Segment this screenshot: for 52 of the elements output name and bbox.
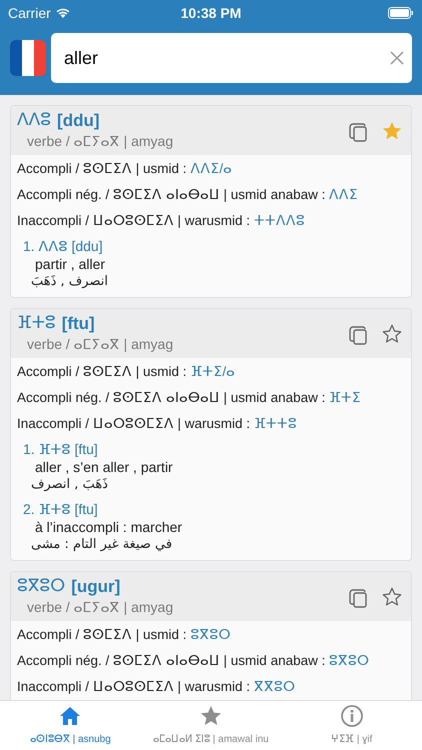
- sense-heading: 1. ⴼⵜⵓ [ftu]: [23, 440, 98, 458]
- form-label: Accompli / ⵓⵙⵎⵉⴷ | usmid :: [17, 161, 187, 176]
- part-of-speech: verbe / ⴰⵎⵢⴰⴳ | amyag: [26, 132, 174, 151]
- battery-icon: [388, 7, 414, 19]
- form-value: ⴼⵜⵉ/ⴰ: [190, 364, 236, 379]
- sense-heading: 1. ⴷⴷⵓ [ddu]: [23, 237, 103, 255]
- part-of-speech: verbe / ⴰⵎⵢⴰⴳ | amyag: [26, 335, 174, 354]
- clock-time: 10:38 PM: [180, 4, 242, 20]
- form-label: Inaccompli / ⵡⴰⵔⵓⵙⵎⵉⴷ | warusmid :: [17, 679, 250, 694]
- form-label: Inaccompli / ⵡⴰⵔⵓⵙⵎⵉⴷ | warusmid :: [17, 416, 250, 431]
- form-label: Accompli / ⵓⵙⵎⵉⴷ | usmid :: [17, 364, 187, 379]
- clear-icon[interactable]: [390, 51, 404, 65]
- tab[interactable]: ⴰⵎⴰⵡⴰⵍ ⵉⵏⵓ | amawal inu: [140, 701, 282, 750]
- form-value: ⴳⴳⵓⵔ: [254, 679, 295, 694]
- search-field[interactable]: aller: [51, 33, 412, 83]
- sense-arabic: انصرف , ذَهَبَ: [30, 273, 108, 291]
- sense-french: à l’inaccompli : marcher: [34, 518, 182, 536]
- star-outline-icon[interactable]: [381, 586, 403, 608]
- flag-icon[interactable]: [10, 40, 46, 76]
- carrier-label: Carrier: [8, 4, 51, 22]
- star-icon[interactable]: [381, 120, 403, 142]
- form-label: Accompli nég. / ⵓⵙⵎⵉⴷ ⴰⵏⴰⴱⴰⵡ | usmid anabaw :: [17, 653, 326, 668]
- tab[interactable]: ⴰⵙⵏⵓⴱⴳ | asnubg: [0, 701, 141, 750]
- headword-latin: [ddu]: [57, 110, 100, 131]
- sense-french: partir , aller: [34, 255, 106, 273]
- wifi-icon: [54, 7, 71, 19]
- form-value: ⵓⴳⵓⵔ: [329, 653, 370, 668]
- headword: ⵓⴳⵓⵔ: [17, 576, 66, 597]
- sense-french: aller , s’en aller , partir: [34, 458, 173, 476]
- form-value: ⴷⴷⵉ: [329, 187, 358, 202]
- form-value: ⵓⴳⵓⵔ: [190, 627, 230, 642]
- form-value: ⴼⵜⵉ: [329, 390, 362, 405]
- sense-heading: 2. ⴼⵜⵓ [ftu]: [23, 500, 98, 518]
- headword: ⴷⴷⵓ: [17, 110, 52, 131]
- tab[interactable]: ⵖⵉⴼ | ɣif: [281, 701, 422, 750]
- form-value: ⵜⵜⴷⴷⵓ: [254, 213, 305, 228]
- sense-arabic: في صيغة غير التام : مشى: [30, 536, 172, 554]
- form-value: ⴼⵜⵜⵓ: [254, 416, 297, 431]
- star-outline-icon[interactable]: [381, 323, 403, 345]
- form-label: Inaccompli / ⵡⴰⵔⵓⵙⵎⵉⴷ | warusmid :: [17, 213, 250, 228]
- form-label: Accompli nég. / ⵓⵙⵎⵉⴷ ⴰⵏⴰⴱⴰⵡ | usmid anabaw :: [17, 390, 326, 405]
- headword-latin: [ftu]: [62, 313, 95, 334]
- part-of-speech: verbe / ⴰⵎⵢⴰⴳ | amyag: [26, 598, 174, 617]
- headword: ⴼⵜⵓ: [17, 313, 56, 334]
- form-label: Accompli nég. / ⵓⵙⵎⵉⴷ ⴰⵏⴰⴱⴰⵡ | usmid anabaw :: [17, 187, 326, 202]
- form-value: ⴷⴷⵉ/ⴰ: [190, 161, 232, 176]
- sense-arabic: ذَهَبَ , انصرف: [30, 476, 108, 494]
- headword-latin: [ugur]: [71, 576, 120, 597]
- form-label: Accompli / ⵓⵙⵎⵉⴷ | usmid :: [17, 627, 187, 642]
- info-icon: [340, 704, 364, 728]
- search-input[interactable]: aller: [64, 44, 390, 72]
- home-icon: [58, 704, 82, 728]
